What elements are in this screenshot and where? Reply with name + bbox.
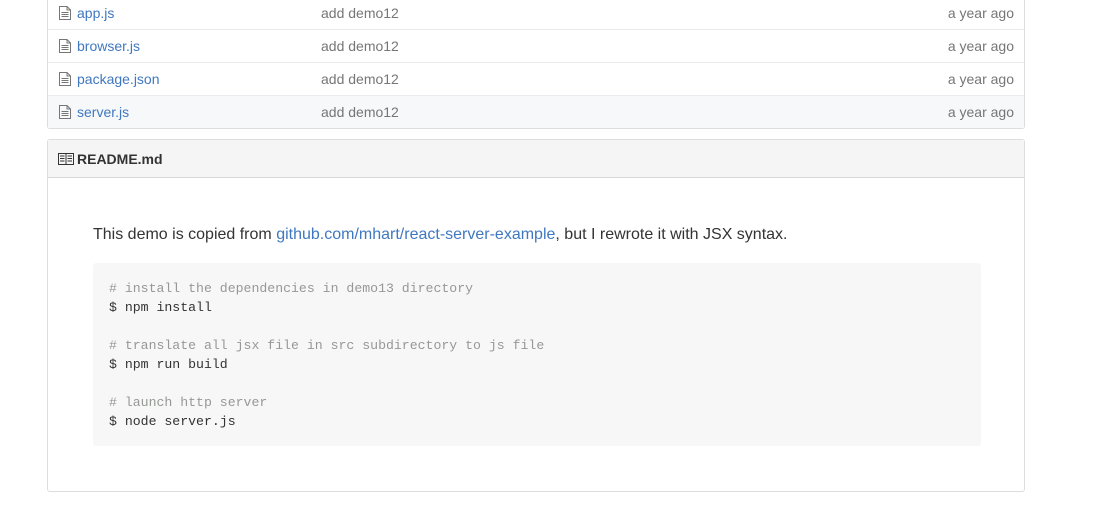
file-icon xyxy=(59,105,71,119)
readme-header: README.md xyxy=(48,140,1024,178)
readme-text-after: , but I rewrote it with JSX syntax. xyxy=(555,226,788,243)
file-icon xyxy=(59,72,71,86)
readme-paragraph: This demo is copied from github.com/mhar… xyxy=(93,226,788,244)
code-comment: # translate all jsx file in src subdirec… xyxy=(109,338,545,353)
code-comment: # install the dependencies in demo13 dir… xyxy=(109,281,474,296)
commit-age: a year ago xyxy=(947,38,1014,54)
file-link-app-js[interactable]: app.js xyxy=(77,5,114,21)
file-icon xyxy=(59,5,71,20)
readme-panel: README.md This demo is copied from githu… xyxy=(47,139,1025,492)
commit-age: a year ago xyxy=(947,71,1014,87)
code-comment: # launch http server xyxy=(109,395,268,410)
file-link-package-json[interactable]: package.json xyxy=(77,71,160,87)
code-command: $ node server.js xyxy=(109,414,236,429)
file-list: app.js add demo12 a year ago browser.js … xyxy=(47,0,1025,129)
readme-text-before: This demo is copied from xyxy=(93,226,277,243)
readme-title: README.md xyxy=(77,150,163,167)
commit-age: a year ago xyxy=(947,104,1014,120)
commit-message[interactable]: add demo12 xyxy=(321,5,399,21)
file-icon xyxy=(59,39,71,53)
file-row: app.js add demo12 a year ago xyxy=(48,0,1024,29)
book-icon xyxy=(58,152,74,165)
code-block: # install the dependencies in demo13 dir… xyxy=(93,263,981,446)
code-command: $ npm run build xyxy=(109,357,228,372)
file-link-server-js[interactable]: server.js xyxy=(77,104,129,120)
commit-message[interactable]: add demo12 xyxy=(321,104,399,120)
readme-link[interactable]: github.com/mhart/react-server-example xyxy=(276,226,555,243)
file-row: server.js add demo12 a year ago xyxy=(48,95,1024,128)
code-command: $ npm install xyxy=(109,300,212,315)
commit-age: a year ago xyxy=(947,4,1014,21)
commit-message[interactable]: add demo12 xyxy=(321,38,399,54)
commit-message[interactable]: add demo12 xyxy=(321,71,399,87)
file-link-browser-js[interactable]: browser.js xyxy=(77,38,140,54)
file-row: browser.js add demo12 a year ago xyxy=(48,29,1024,62)
file-row: package.json add demo12 a year ago xyxy=(48,62,1024,95)
